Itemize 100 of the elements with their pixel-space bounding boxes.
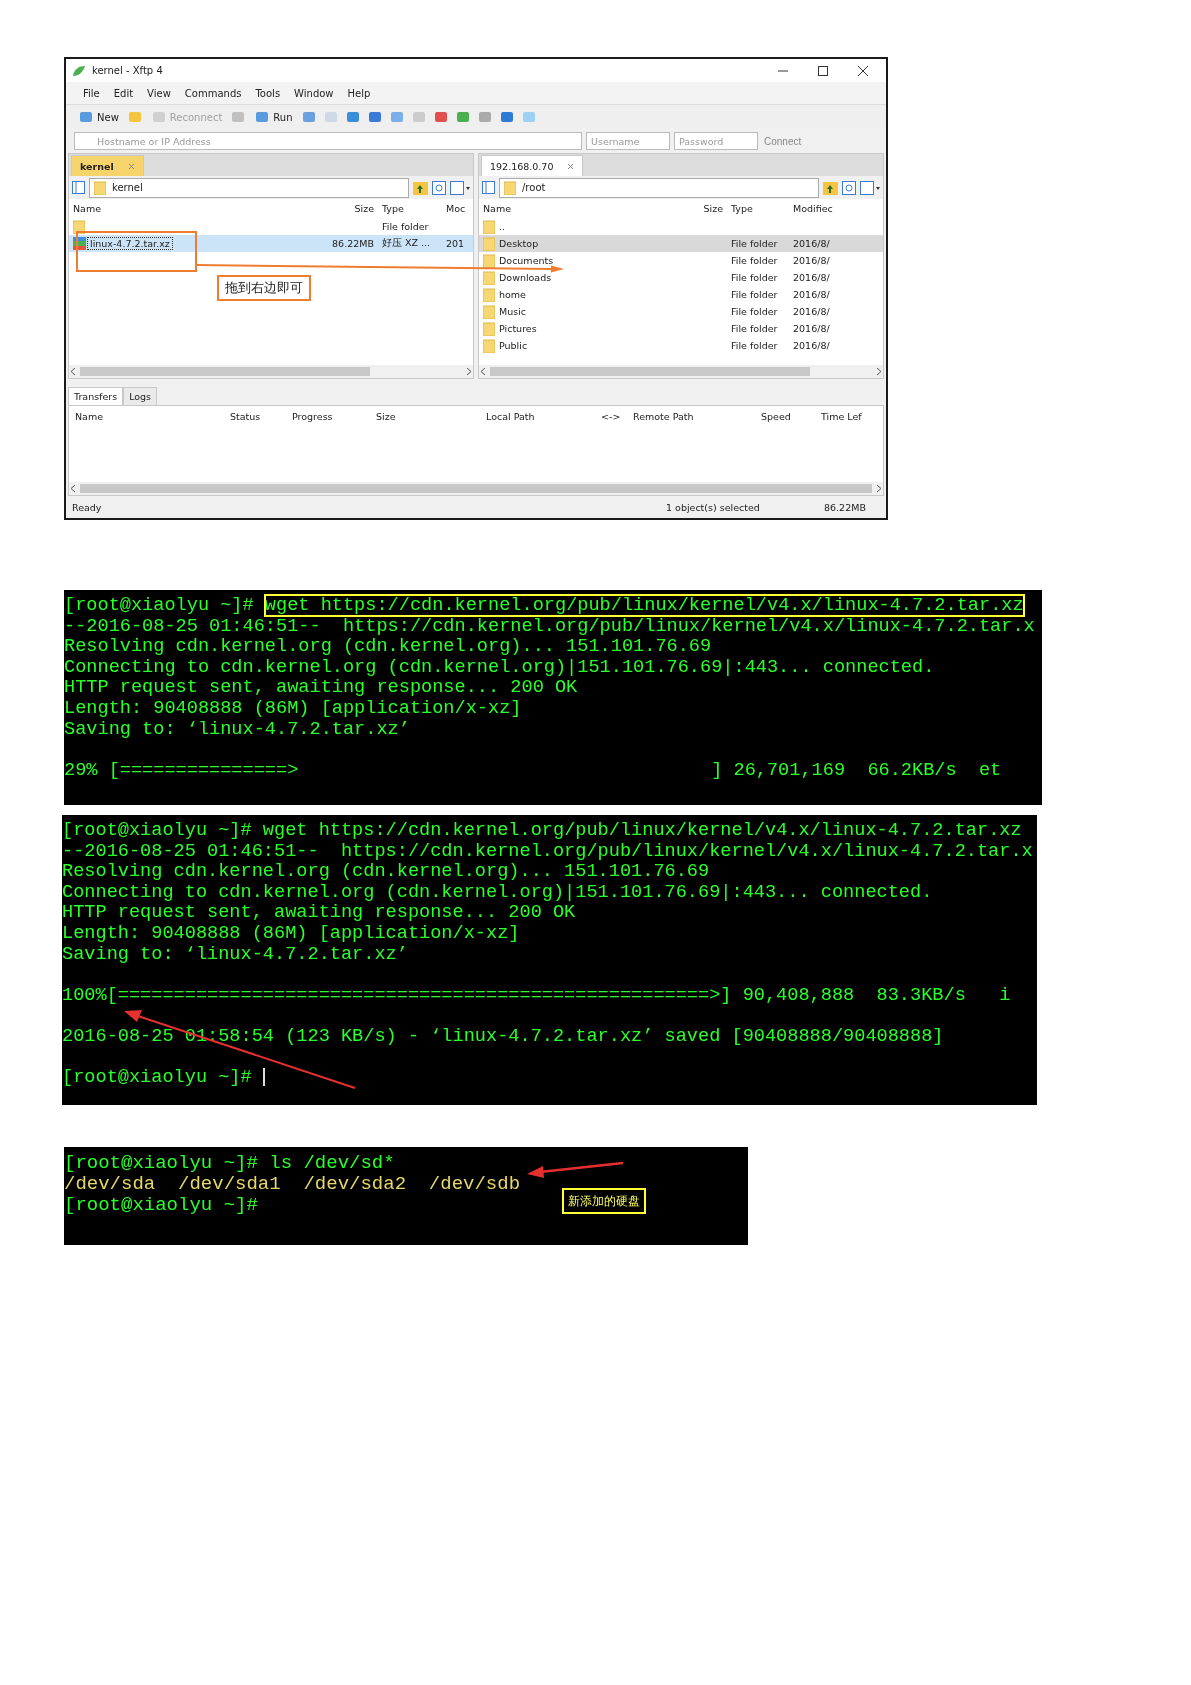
file-row[interactable]: Documents File folder 2016/8/ <box>479 252 883 269</box>
menu-item[interactable]: Window <box>287 87 341 99</box>
file-row[interactable]: home File folder 2016/8/ <box>479 286 883 303</box>
column-header[interactable]: Remote Path <box>627 410 755 422</box>
hostname-field[interactable]: Hostname or IP Address <box>74 132 582 150</box>
view-menu-icon[interactable] <box>860 180 880 195</box>
column-header[interactable]: Type <box>378 203 442 214</box>
shell-prompt: [root@xiaolyu ~]# <box>64 1152 259 1174</box>
file-name: Desktop <box>498 238 540 249</box>
column-header[interactable]: Modifiec <box>789 203 871 214</box>
scroll-left-icon[interactable] <box>69 484 78 493</box>
file-type: File folder <box>731 306 778 317</box>
column-header[interactable]: Moc <box>442 203 473 214</box>
close-tab-icon[interactable] <box>127 162 135 170</box>
column-header[interactable]: Size <box>294 203 378 214</box>
terminal-output: Connecting to cdn.kernel.org (cdn.kernel.org)|151.101.76.69|:443... connected. <box>64 656 935 678</box>
file-row[interactable]: Music File folder 2016/8/ <box>479 303 883 320</box>
column-header[interactable]: Progress <box>286 410 370 422</box>
file-row[interactable]: File folder <box>69 218 473 235</box>
annotation-label: 拖到右边即可 <box>217 275 311 301</box>
column-header[interactable]: Name <box>479 203 679 214</box>
folder-up-icon[interactable] <box>413 180 428 195</box>
file-row[interactable]: Public File folder 2016/8/ <box>479 337 883 354</box>
column-header[interactable]: Name <box>69 410 224 422</box>
menu-item[interactable]: View <box>140 87 178 99</box>
menu-item[interactable]: File <box>76 87 107 99</box>
file-name: linux-4.7.2.tar.xz <box>88 238 172 249</box>
folder-icon <box>483 219 495 234</box>
close-tab-icon[interactable] <box>567 162 575 170</box>
selection-size: 86.22MB <box>824 501 867 513</box>
shell-prompt: [root@xiaolyu ~]# <box>64 1194 258 1216</box>
status-text: Ready <box>72 501 103 513</box>
file-date: 201 <box>446 238 465 249</box>
file-type: File folder <box>731 340 778 351</box>
folder-icon <box>483 270 495 285</box>
menu-item[interactable]: Tools <box>248 87 288 99</box>
column-header[interactable]: Speed <box>755 410 815 422</box>
file-name: Documents <box>498 255 555 266</box>
file-date: 2016/8/ <box>793 238 830 249</box>
password-field[interactable]: Password <box>674 132 758 150</box>
pane-tab[interactable]: 192.168.0.70 <box>481 155 584 176</box>
tree-toggle-icon[interactable] <box>482 181 495 194</box>
scroll-left-icon[interactable] <box>479 367 488 376</box>
scroll-right-icon[interactable] <box>464 367 473 376</box>
folder-icon <box>483 236 495 251</box>
toolbar-button[interactable]: New <box>76 108 121 126</box>
panel-tab[interactable]: Logs <box>123 387 158 405</box>
scroll-right-icon[interactable] <box>874 484 883 493</box>
terminal-output: HTTP request sent, awaiting response... 200 OK <box>64 677 578 699</box>
view-menu-icon[interactable] <box>450 180 470 195</box>
folder-icon <box>504 180 516 195</box>
column-header[interactable]: <-> <box>595 410 627 422</box>
file-name: Pictures <box>498 323 538 334</box>
file-row[interactable]: .. <box>479 218 883 235</box>
file-name: Downloads <box>498 272 553 283</box>
file-row[interactable]: Downloads File folder 2016/8/ <box>479 269 883 286</box>
panel-tab[interactable]: Transfers <box>68 387 124 405</box>
horizontal-scrollbar[interactable] <box>479 365 883 378</box>
tree-toggle-icon[interactable] <box>72 181 85 194</box>
terminal-output: --2016-08-25 01:46:51-- https://cdn.kernel.org/pub/linux/kernel/v4.x/linux-4.7.2.tar.x <box>62 840 1033 862</box>
menu-item[interactable]: Help <box>340 87 378 99</box>
shell-prompt: [root@xiaolyu ~]# <box>62 820 253 841</box>
column-header[interactable]: Size <box>370 410 480 422</box>
file-date: 2016/8/ <box>793 255 830 266</box>
file-size: 86.22MB <box>332 238 374 249</box>
file-name: .. <box>498 221 507 232</box>
scroll-left-icon[interactable] <box>69 367 78 376</box>
username-field[interactable]: Username <box>586 132 670 150</box>
horizontal-scrollbar[interactable] <box>69 365 473 378</box>
menu-item[interactable]: Edit <box>106 87 141 99</box>
shell-command: wget https://cdn.kernel.org/pub/linux/kernel/v4.x/linux-4.7.2.tar.xz <box>262 820 1022 841</box>
file-row[interactable]: linux-4.7.2.tar.xz 86.22MB 好压 XZ ... 201 <box>69 235 473 252</box>
archive-icon <box>73 237 86 250</box>
folder-up-icon[interactable] <box>823 180 838 195</box>
horizontal-scrollbar[interactable] <box>69 482 883 495</box>
column-header[interactable]: Status <box>224 410 286 422</box>
toolbar-button[interactable]: Run <box>252 108 295 126</box>
column-header[interactable]: Local Path <box>480 410 595 422</box>
file-type: File folder <box>731 323 778 334</box>
pane-tab[interactable]: kernel <box>71 155 144 176</box>
file-row[interactable]: Pictures File folder 2016/8/ <box>479 320 883 337</box>
scroll-right-icon[interactable] <box>874 367 883 376</box>
path-field[interactable]: /root <box>499 177 819 198</box>
column-header[interactable]: Size <box>679 203 727 214</box>
file-name: home <box>498 289 527 300</box>
device-listing: /dev/sda /dev/sda1 /dev/sda2 /dev/sdb <box>64 1173 521 1195</box>
file-type: 好压 XZ ... <box>382 237 431 248</box>
menu-item[interactable]: Commands <box>177 87 249 99</box>
file-row[interactable]: Desktop File folder 2016/8/ <box>479 235 883 252</box>
path-field[interactable]: kernel <box>89 177 409 198</box>
shell-prompt: [root@xiaolyu ~]# <box>62 1067 253 1089</box>
terminal-output: --2016-08-25 01:46:51-- https://cdn.kernel.org/pub/linux/kernel/v4.x/linux-4.7.2.tar.x <box>64 615 1035 637</box>
window-title: kernel - Xftp 4 <box>92 65 163 76</box>
column-header[interactable]: Type <box>727 203 789 214</box>
shell-command: wget https://cdn.kernel.org/pub/linux/kernel/v4.x/linux-4.7.2.tar.xz <box>264 595 1024 616</box>
selection-count: 1 object(s) selected <box>666 501 761 513</box>
column-header[interactable]: Name <box>69 203 294 214</box>
file-type: File folder <box>731 289 778 300</box>
folder-icon <box>483 304 495 319</box>
column-header[interactable]: Time Lef <box>815 410 883 422</box>
